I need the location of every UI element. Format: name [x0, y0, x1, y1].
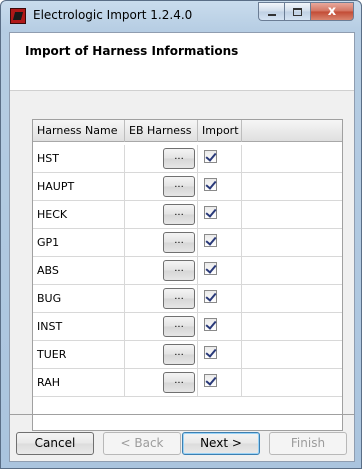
- import-checkbox[interactable]: [204, 346, 217, 359]
- import-cell: [198, 341, 242, 369]
- import-cell: [198, 145, 242, 173]
- import-cell: [198, 201, 242, 229]
- eb-harness-cell: ...: [125, 257, 198, 285]
- minimize-button[interactable]: [258, 2, 284, 21]
- import-checkbox[interactable]: [204, 318, 217, 331]
- app-icon: [10, 8, 26, 24]
- browse-eb-harness-button[interactable]: ...: [163, 148, 195, 169]
- harness-name-cell: RAH: [33, 369, 125, 397]
- close-icon: x: [327, 4, 337, 19]
- wizard-client-area: Import of Harness Informations Harness N…: [9, 32, 355, 462]
- import-cell: [198, 369, 242, 397]
- table-row[interactable]: RAH...: [33, 369, 342, 397]
- eb-harness-cell: ...: [125, 229, 198, 257]
- browse-eb-harness-button[interactable]: ...: [163, 288, 195, 309]
- filler-cell: [242, 313, 342, 341]
- filler-cell: [242, 257, 342, 285]
- next-button[interactable]: Next >: [182, 432, 260, 455]
- eb-harness-cell: ...: [125, 173, 198, 201]
- table-row[interactable]: INST...: [33, 313, 342, 341]
- table-row[interactable]: BUG...: [33, 285, 342, 313]
- import-checkbox[interactable]: [204, 178, 217, 191]
- table-row[interactable]: GP1...: [33, 229, 342, 257]
- import-checkbox[interactable]: [204, 234, 217, 247]
- browse-eb-harness-button[interactable]: ...: [163, 176, 195, 197]
- import-cell: [198, 229, 242, 257]
- harness-name-cell: GP1: [33, 229, 125, 257]
- eb-harness-cell: ...: [125, 145, 198, 173]
- import-checkbox[interactable]: [204, 262, 217, 275]
- harness-name-cell: HAUPT: [33, 173, 125, 201]
- import-cell: [198, 257, 242, 285]
- cancel-button[interactable]: Cancel: [16, 432, 94, 455]
- table-row[interactable]: ABS...: [33, 257, 342, 285]
- wizard-header: Import of Harness Informations: [10, 33, 354, 91]
- eb-harness-cell: ...: [125, 313, 198, 341]
- import-checkbox[interactable]: [204, 374, 217, 387]
- harness-name-cell: TUER: [33, 341, 125, 369]
- finish-button[interactable]: Finish: [269, 432, 347, 455]
- caption-buttons: x: [258, 2, 354, 22]
- filler-cell: [242, 145, 342, 173]
- filler-cell: [242, 201, 342, 229]
- import-cell: [198, 173, 242, 201]
- grid-header: Harness Name EB Harness Import: [33, 120, 342, 142]
- column-header-harness-name[interactable]: Harness Name: [33, 120, 125, 142]
- import-checkbox[interactable]: [204, 150, 217, 163]
- browse-eb-harness-button[interactable]: ...: [163, 260, 195, 281]
- back-button[interactable]: < Back: [103, 432, 181, 455]
- harness-name-cell: BUG: [33, 285, 125, 313]
- harness-name-cell: ABS: [33, 257, 125, 285]
- table-row[interactable]: TUER...: [33, 341, 342, 369]
- harness-grid: Harness Name EB Harness Import HST... HAU…: [32, 119, 343, 431]
- import-cell: [198, 285, 242, 313]
- filler-cell: [242, 229, 342, 257]
- browse-eb-harness-button[interactable]: ...: [163, 232, 195, 253]
- maximize-button[interactable]: [284, 2, 310, 21]
- eb-harness-cell: ...: [125, 201, 198, 229]
- eb-harness-cell: ...: [125, 341, 198, 369]
- maximize-icon: [293, 7, 302, 16]
- eb-harness-cell: ...: [125, 369, 198, 397]
- title-bar[interactable]: Electrologic Import 1.2.4.0 x: [1, 1, 361, 32]
- harness-name-cell: HECK: [33, 201, 125, 229]
- browse-eb-harness-button[interactable]: ...: [163, 316, 195, 337]
- filler-cell: [242, 285, 342, 313]
- page-title: Import of Harness Informations: [25, 44, 239, 58]
- import-checkbox[interactable]: [204, 290, 217, 303]
- app-window: Electrologic Import 1.2.4.0 x Import of …: [0, 0, 362, 469]
- column-header-import[interactable]: Import: [198, 120, 242, 142]
- browse-eb-harness-button[interactable]: ...: [163, 344, 195, 365]
- table-row[interactable]: HECK...: [33, 201, 342, 229]
- close-button[interactable]: x: [310, 2, 354, 21]
- harness-name-cell: INST: [33, 313, 125, 341]
- import-cell: [198, 313, 242, 341]
- window-title: Electrologic Import 1.2.4.0: [33, 8, 193, 22]
- import-checkbox[interactable]: [204, 206, 217, 219]
- filler-cell: [242, 341, 342, 369]
- browse-eb-harness-button[interactable]: ...: [163, 204, 195, 225]
- filler-cell: [242, 369, 342, 397]
- footer-separator: [10, 414, 354, 415]
- harness-name-cell: HST: [33, 145, 125, 173]
- table-row[interactable]: HST...: [33, 145, 342, 173]
- eb-harness-cell: ...: [125, 285, 198, 313]
- column-header-eb-harness[interactable]: EB Harness: [125, 120, 198, 142]
- filler-cell: [242, 173, 342, 201]
- table-row[interactable]: HAUPT...: [33, 173, 342, 201]
- minimize-icon: [267, 13, 276, 16]
- browse-eb-harness-button[interactable]: ...: [163, 372, 195, 393]
